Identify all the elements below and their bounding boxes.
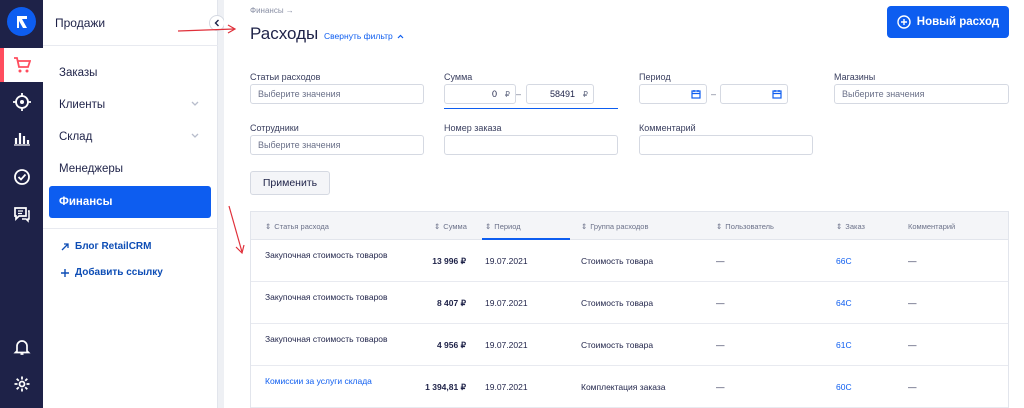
annotation-arrow-2 [228,205,245,255]
annotation-arrows [177,24,245,255]
annotation-arrow-1 [177,24,237,34]
